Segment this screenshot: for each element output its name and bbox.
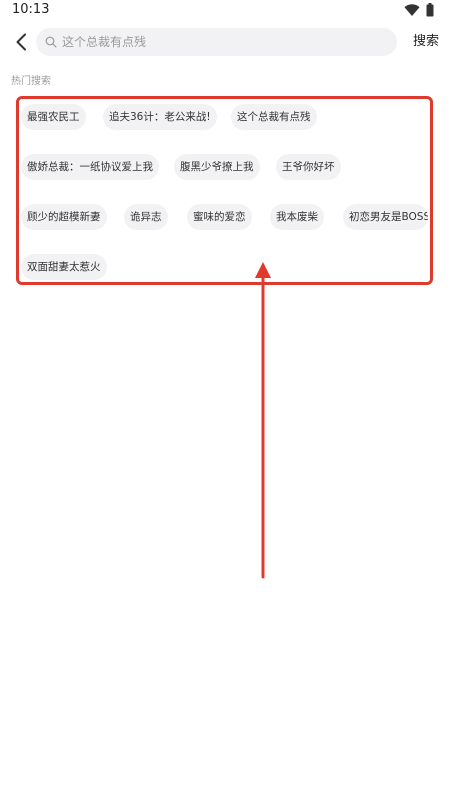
status-icons <box>404 3 438 17</box>
hot-search-tag[interactable]: 傲娇总裁：一纸协议爱上我 <box>21 154 159 180</box>
hot-search-title: 热门搜索 <box>11 76 51 87</box>
hot-search-tag[interactable]: 初恋男友是BOSS <box>343 204 428 230</box>
hot-search-tag[interactable]: 这个总裁有点残 <box>231 104 317 130</box>
search-box[interactable] <box>36 28 397 56</box>
hot-search-tag[interactable]: 蜜味的爱恋 <box>187 204 252 230</box>
hot-search-tag[interactable]: 双面甜妻太惹火 <box>21 254 107 280</box>
wifi-icon <box>404 4 420 16</box>
battery-icon <box>426 3 434 17</box>
status-bar: 10:13 <box>0 0 450 22</box>
chevron-left-icon <box>16 33 26 51</box>
status-time: 10:13 <box>12 2 50 17</box>
hot-search-tag[interactable]: 追夫36计：老公来战! <box>103 104 217 130</box>
hot-search-tag[interactable]: 最强农民工 <box>21 104 86 130</box>
hot-search-tag[interactable]: 顾少的超模新妻 <box>21 204 107 230</box>
hot-search-tag[interactable]: 我本废柴 <box>270 204 324 230</box>
search-screen: 10:13 搜索 热门搜索 最强农 <box>0 0 450 800</box>
hot-search-tag[interactable]: 腹黑少爷撩上我 <box>174 154 260 180</box>
search-input[interactable] <box>62 28 382 56</box>
search-button[interactable]: 搜索 <box>408 28 444 56</box>
hot-search-tag[interactable]: 诡异志 <box>124 204 168 230</box>
hot-search-tag[interactable]: 王爷你好坏 <box>276 154 341 180</box>
search-icon <box>45 36 57 48</box>
search-header: 搜索 <box>0 24 450 60</box>
back-button[interactable] <box>8 28 34 56</box>
